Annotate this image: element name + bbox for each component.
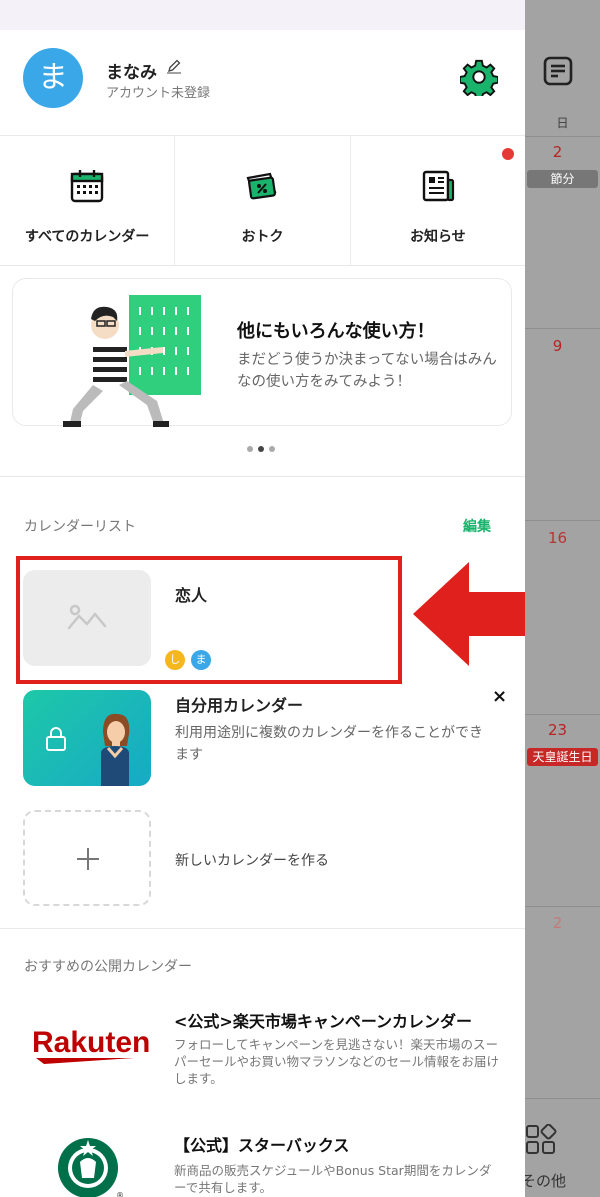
quick-actions: すべてのカレンダー おトク お知らせ bbox=[0, 136, 525, 266]
public-calendar-starbucks[interactable]: ® 【公式】スターバックス 新商品の販売スケジュールやBonus Star期間を… bbox=[24, 1134, 504, 1197]
divider bbox=[525, 136, 600, 137]
divider bbox=[525, 328, 600, 329]
weekday-label: 日 bbox=[556, 116, 569, 130]
quick-action-label: すべてのカレンダー bbox=[24, 229, 150, 245]
quick-action-label: お知らせ bbox=[409, 229, 466, 245]
side-drawer: ま まなみ アカウント未登録 すべてのカレンダー おトク お知らせ 他にもいろん… bbox=[0, 0, 525, 1197]
avatar[interactable]: ま bbox=[23, 48, 83, 108]
pencil-icon[interactable] bbox=[166, 58, 182, 74]
news-button[interactable]: お知らせ bbox=[351, 136, 525, 265]
divider bbox=[525, 1098, 600, 1099]
pointer-arrow-icon bbox=[413, 562, 525, 666]
day-number[interactable]: 23 bbox=[525, 721, 590, 739]
calendar-item-personal[interactable]: 自分用カレンダー 利用用途別に複数のカレンダーを作ることができます bbox=[23, 690, 493, 786]
public-calendar-description: 新商品の販売スケジュールやBonus Star期間をカレンダーで共有します。 bbox=[174, 1163, 492, 1195]
other-label[interactable]: その他 bbox=[521, 1170, 566, 1191]
public-calendar-name: 【公式】スターバックス bbox=[174, 1136, 350, 1155]
carousel-dot[interactable] bbox=[247, 446, 253, 452]
new-calendar-button[interactable]: 新しいカレンダーを作る bbox=[23, 810, 493, 906]
day-number[interactable]: 2 bbox=[525, 143, 590, 161]
banner-description: まだどう使うか決まってない場合はみんなの使い方をみてみよう！ bbox=[237, 352, 497, 390]
memo-icon[interactable] bbox=[543, 56, 573, 86]
starbucks-logo: ® bbox=[58, 1138, 124, 1197]
day-number[interactable]: 2 bbox=[525, 914, 590, 932]
public-calendar-description: フォローしてキャンペーンを見逃さない！楽天市場のスーパーセールやお買い物マラソン… bbox=[174, 1037, 500, 1086]
quick-action-label: おトク bbox=[241, 229, 284, 245]
lock-icon bbox=[46, 727, 66, 751]
day-number[interactable]: 16 bbox=[525, 529, 590, 547]
carousel-dot-active[interactable] bbox=[258, 446, 264, 452]
divider bbox=[0, 476, 525, 477]
svg-text:Rakuten: Rakuten bbox=[32, 1026, 150, 1059]
gear-icon[interactable] bbox=[460, 58, 498, 96]
holiday-badge: 節分 bbox=[527, 170, 598, 188]
calendar-name: 自分用カレンダー bbox=[175, 696, 304, 715]
newspaper-icon bbox=[422, 170, 454, 202]
public-calendar-rakuten[interactable]: Rakuten <公式>楽天市場キャンペーンカレンダー フォローしてキャンペーン… bbox=[24, 1008, 504, 1098]
background-calendar: 日 2 節分 9 16 23 天皇誕生日 2 その他 bbox=[521, 0, 600, 1197]
rakuten-logo: Rakuten bbox=[32, 1026, 150, 1064]
calendar-grid-icon bbox=[70, 170, 104, 203]
carousel-dot[interactable] bbox=[269, 446, 275, 452]
plus-icon bbox=[23, 810, 151, 906]
public-calendars-title: おすすめの公開カレンダー bbox=[24, 959, 192, 975]
calendar-description: 利用用途別に複数のカレンダーを作ることができます bbox=[175, 725, 483, 763]
profile-name: まなみ bbox=[106, 63, 157, 83]
divider bbox=[0, 928, 525, 929]
svg-text:®: ® bbox=[116, 1191, 124, 1197]
notification-dot bbox=[502, 148, 514, 160]
calendar-thumbnail bbox=[23, 690, 151, 786]
divider bbox=[525, 714, 600, 715]
close-button[interactable]: × bbox=[492, 686, 507, 707]
person-illustration bbox=[63, 295, 201, 427]
deals-button[interactable]: おトク bbox=[175, 136, 351, 265]
coupon-ticket-icon bbox=[247, 172, 277, 200]
day-number[interactable]: 9 bbox=[525, 337, 590, 355]
profile-header[interactable]: ま まなみ アカウント未登録 bbox=[0, 30, 525, 136]
status-bar bbox=[0, 0, 525, 30]
banner-title: 他にもいろんな使い方！ bbox=[237, 321, 435, 342]
holiday-badge: 天皇誕生日 bbox=[527, 748, 598, 766]
edit-button[interactable]: 編集 bbox=[463, 516, 491, 536]
woman-illustration bbox=[101, 713, 130, 786]
new-calendar-label: 新しいカレンダーを作る bbox=[175, 853, 329, 869]
highlight-box bbox=[16, 556, 402, 684]
apps-grid-icon[interactable] bbox=[525, 1124, 557, 1156]
public-calendar-name: <公式>楽天市場キャンペーンカレンダー bbox=[174, 1012, 473, 1031]
calendar-list-title: カレンダーリスト bbox=[24, 519, 136, 535]
divider bbox=[525, 906, 600, 907]
all-calendars-button[interactable]: すべてのカレンダー bbox=[0, 136, 176, 265]
carousel-dots bbox=[247, 446, 275, 452]
divider bbox=[525, 520, 600, 521]
account-status: アカウント未登録 bbox=[106, 86, 211, 101]
usage-banner[interactable]: 他にもいろんな使い方！ まだどう使うか決まってない場合はみんなの使い方をみてみよ… bbox=[12, 278, 512, 427]
